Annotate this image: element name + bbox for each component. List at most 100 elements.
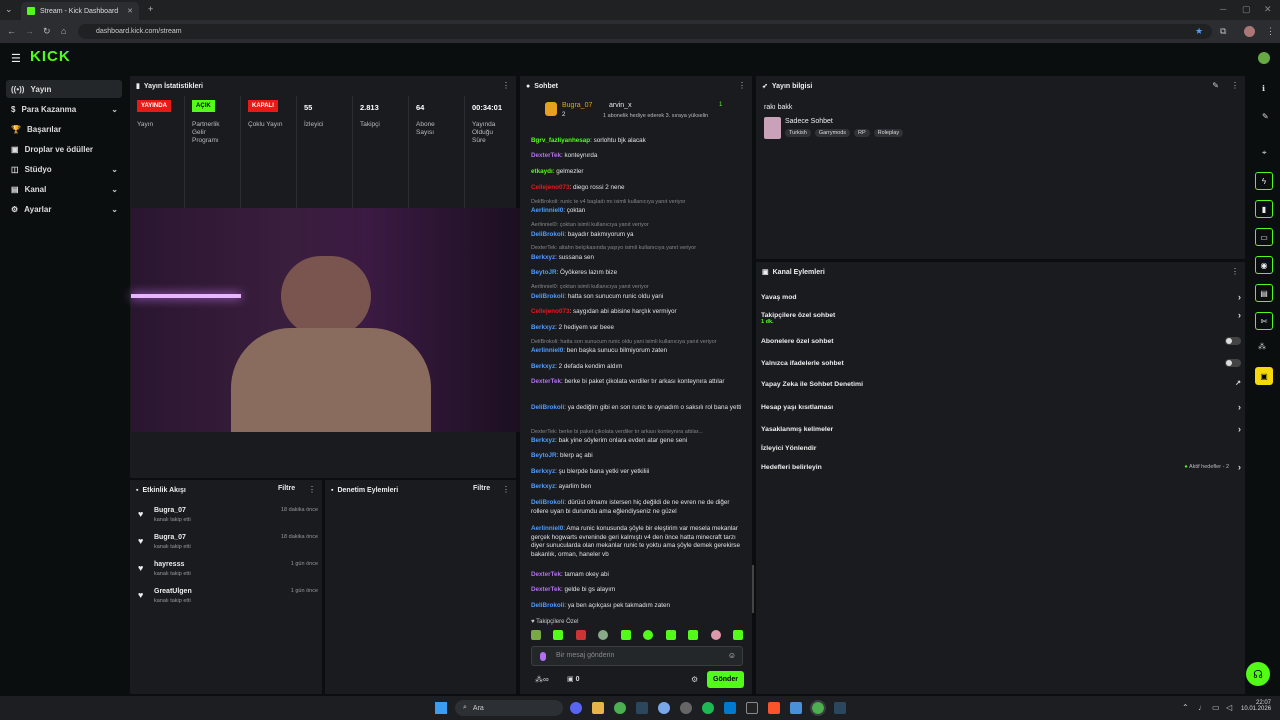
more-options-icon[interactable]: ⋮ — [308, 485, 316, 494]
tag-chip[interactable]: RP — [854, 129, 870, 137]
sidebar-item-droplar[interactable]: ▣ Droplar ve ödüller — [6, 140, 122, 158]
steam-icon[interactable] — [636, 702, 648, 714]
chevron-right-icon[interactable]: › — [1238, 462, 1241, 472]
app-icon[interactable] — [746, 702, 758, 714]
chrome-active-icon[interactable] — [810, 700, 826, 716]
url-field[interactable]: dashboard.kick.com/stream — [78, 24, 1212, 39]
tag-chip[interactable]: Turkish — [785, 129, 811, 137]
windows-start-icon[interactable] — [435, 702, 447, 714]
chat-username[interactable]: DeliBrokoli — [531, 499, 564, 506]
app-icon[interactable] — [680, 702, 692, 714]
spotify-icon[interactable] — [702, 702, 714, 714]
emote-icon[interactable] — [531, 630, 541, 640]
app-icon[interactable] — [790, 702, 802, 714]
home-icon[interactable]: ⌂ — [61, 26, 66, 36]
sidebar-item-studyo[interactable]: ◫ Stüdyo ⌄ — [6, 160, 122, 178]
chat-username[interactable]: DexterTek — [531, 586, 561, 593]
bookmark-star-icon[interactable]: ★ — [1195, 26, 1203, 37]
tray-chevron-icon[interactable]: ⌃ — [1182, 703, 1189, 712]
more-options-icon[interactable]: ⋮ — [502, 485, 510, 494]
emote-icon[interactable] — [620, 630, 631, 640]
chat-username[interactable]: Berkxyz — [531, 468, 555, 475]
quick-action-layout-icon[interactable]: ▤ — [1255, 284, 1273, 302]
channel-action-row[interactable]: Hesap yaşı kısıtlaması › — [761, 402, 1241, 412]
chat-username[interactable]: Berkxyz — [531, 363, 555, 370]
chat-settings-icon[interactable]: ⚙ — [691, 675, 698, 684]
chat-username[interactable]: Berkxyz — [531, 254, 555, 261]
emote-icon[interactable] — [575, 630, 586, 640]
external-link-icon[interactable]: ↗ — [1235, 379, 1241, 387]
sidebar-item-basarilar[interactable]: 🏆 Başarılar — [6, 120, 122, 138]
event-user[interactable]: GreatUlgen — [154, 588, 192, 595]
chat-username[interactable]: Aerlinniel0 — [531, 525, 563, 532]
points-icon[interactable]: ⁂∞ — [535, 675, 549, 684]
chevron-right-icon[interactable]: › — [1238, 424, 1241, 434]
chrome-icon[interactable] — [614, 702, 626, 714]
category-name[interactable]: Sadece Sohbet — [785, 118, 833, 125]
edit-icon[interactable]: ✎ — [1262, 112, 1269, 121]
filter-button[interactable]: Filtre — [278, 485, 295, 492]
event-user[interactable]: hayresss — [154, 561, 184, 568]
hamburger-menu-icon[interactable]: ☰ — [11, 52, 21, 65]
quick-action-chat-icon[interactable]: ▭ — [1255, 228, 1273, 246]
stream-preview-video[interactable] — [131, 208, 521, 432]
channel-action-row[interactable]: Yalnızca ifadelerle sohbet — [761, 359, 1241, 367]
channel-action-row[interactable]: Hedefleri belirleyin › ● Aktif hedefler - … — [761, 462, 1241, 472]
chat-username[interactable]: DeliBrokoli — [531, 602, 564, 609]
browser-menu-icon[interactable]: ⋮ — [1266, 26, 1275, 37]
emote-icon[interactable] — [643, 630, 654, 640]
quick-action-bolt-icon[interactable]: ϟ — [1255, 172, 1273, 190]
discord-icon[interactable] — [570, 702, 582, 714]
browser-tab[interactable]: Stream - Kick Dashboard ✕ — [21, 2, 139, 20]
filter-button[interactable]: Filtre — [473, 485, 490, 492]
info-icon[interactable]: ℹ — [1262, 84, 1265, 93]
sidebar-item-yayin[interactable]: ((•)) Yayın — [6, 80, 122, 98]
steam-icon[interactable] — [834, 702, 846, 714]
chat-username[interactable]: DeliBrokoli — [531, 293, 564, 300]
quick-action-clip-icon[interactable]: ▣ — [1255, 367, 1273, 385]
event-user[interactable]: Bugra_07 — [154, 534, 186, 541]
close-tab-icon[interactable]: ✕ — [127, 7, 133, 15]
reload-icon[interactable]: ↻ — [43, 26, 51, 37]
chat-username[interactable]: etkaydı — [531, 168, 553, 175]
chat-input-box[interactable]: Bir mesaj gönderin ☺ — [531, 646, 743, 666]
crop-icon[interactable]: ⌖ — [1262, 148, 1267, 158]
channel-action-row[interactable]: Abonelere özel sohbet — [761, 337, 1241, 345]
leader-user-1[interactable]: Bugra_07 — [562, 102, 592, 109]
vscode-icon[interactable] — [724, 702, 736, 714]
extensions-icon[interactable]: ⧉ — [1220, 26, 1226, 37]
network-icon[interactable]: ▭ — [1212, 703, 1220, 712]
taskbar-search[interactable]: ⌕ Ara — [455, 700, 563, 716]
chat-username[interactable]: Bgrv_fazliyanhesap — [531, 137, 590, 144]
leader-user-2[interactable]: arvin_x — [609, 102, 632, 109]
channel-action-row[interactable]: Yasaklanmış kelimeler › — [761, 424, 1241, 434]
channel-action-row[interactable]: Takipçilere özel sohbet 1 dk. › — [761, 310, 1241, 325]
chat-username[interactable]: BeytoJR — [531, 452, 557, 459]
emoji-icon[interactable]: ☺ — [728, 651, 736, 660]
user-avatar[interactable] — [1258, 52, 1270, 64]
close-window-icon[interactable]: ✕ — [1264, 4, 1272, 15]
microphone-tray-icon[interactable]: ♩ — [1198, 703, 1206, 712]
send-button[interactable]: Gönder — [707, 671, 744, 688]
chat-username[interactable]: Cellejeno073 — [531, 308, 570, 315]
chat-scrollbar[interactable] — [752, 565, 754, 613]
emote-icon[interactable] — [732, 630, 743, 640]
chat-username[interactable]: Cellejeno073 — [531, 184, 570, 191]
chat-username[interactable]: DeliBrokoli — [531, 404, 564, 411]
volume-icon[interactable]: ◁ — [1226, 703, 1232, 712]
back-icon[interactable]: ← — [7, 26, 16, 36]
chevron-right-icon[interactable]: › — [1238, 310, 1241, 320]
chat-username[interactable]: Berkxyz — [531, 483, 555, 490]
tab-menu-icon[interactable]: ⌄ — [5, 4, 13, 15]
emote-icon[interactable] — [553, 630, 564, 640]
clock[interactable]: 22:07 10.01.2026 — [1241, 700, 1271, 712]
quick-action-wrench-icon[interactable]: ✄ — [1255, 312, 1273, 330]
chevron-right-icon[interactable]: › — [1238, 292, 1241, 302]
brave-icon[interactable] — [768, 702, 780, 714]
edit-pencil-icon[interactable]: ✎ — [1212, 81, 1219, 90]
channel-action-row[interactable]: Yapay Zeka ile Sohbet Denetimi ↗ — [761, 379, 1241, 388]
sidebar-item-kanal[interactable]: ▤ Kanal ⌄ — [6, 180, 122, 198]
channel-action-row[interactable]: Yavaş mod › — [761, 292, 1241, 302]
emote-icon[interactable] — [665, 630, 676, 640]
forward-icon[interactable]: → — [25, 26, 34, 36]
